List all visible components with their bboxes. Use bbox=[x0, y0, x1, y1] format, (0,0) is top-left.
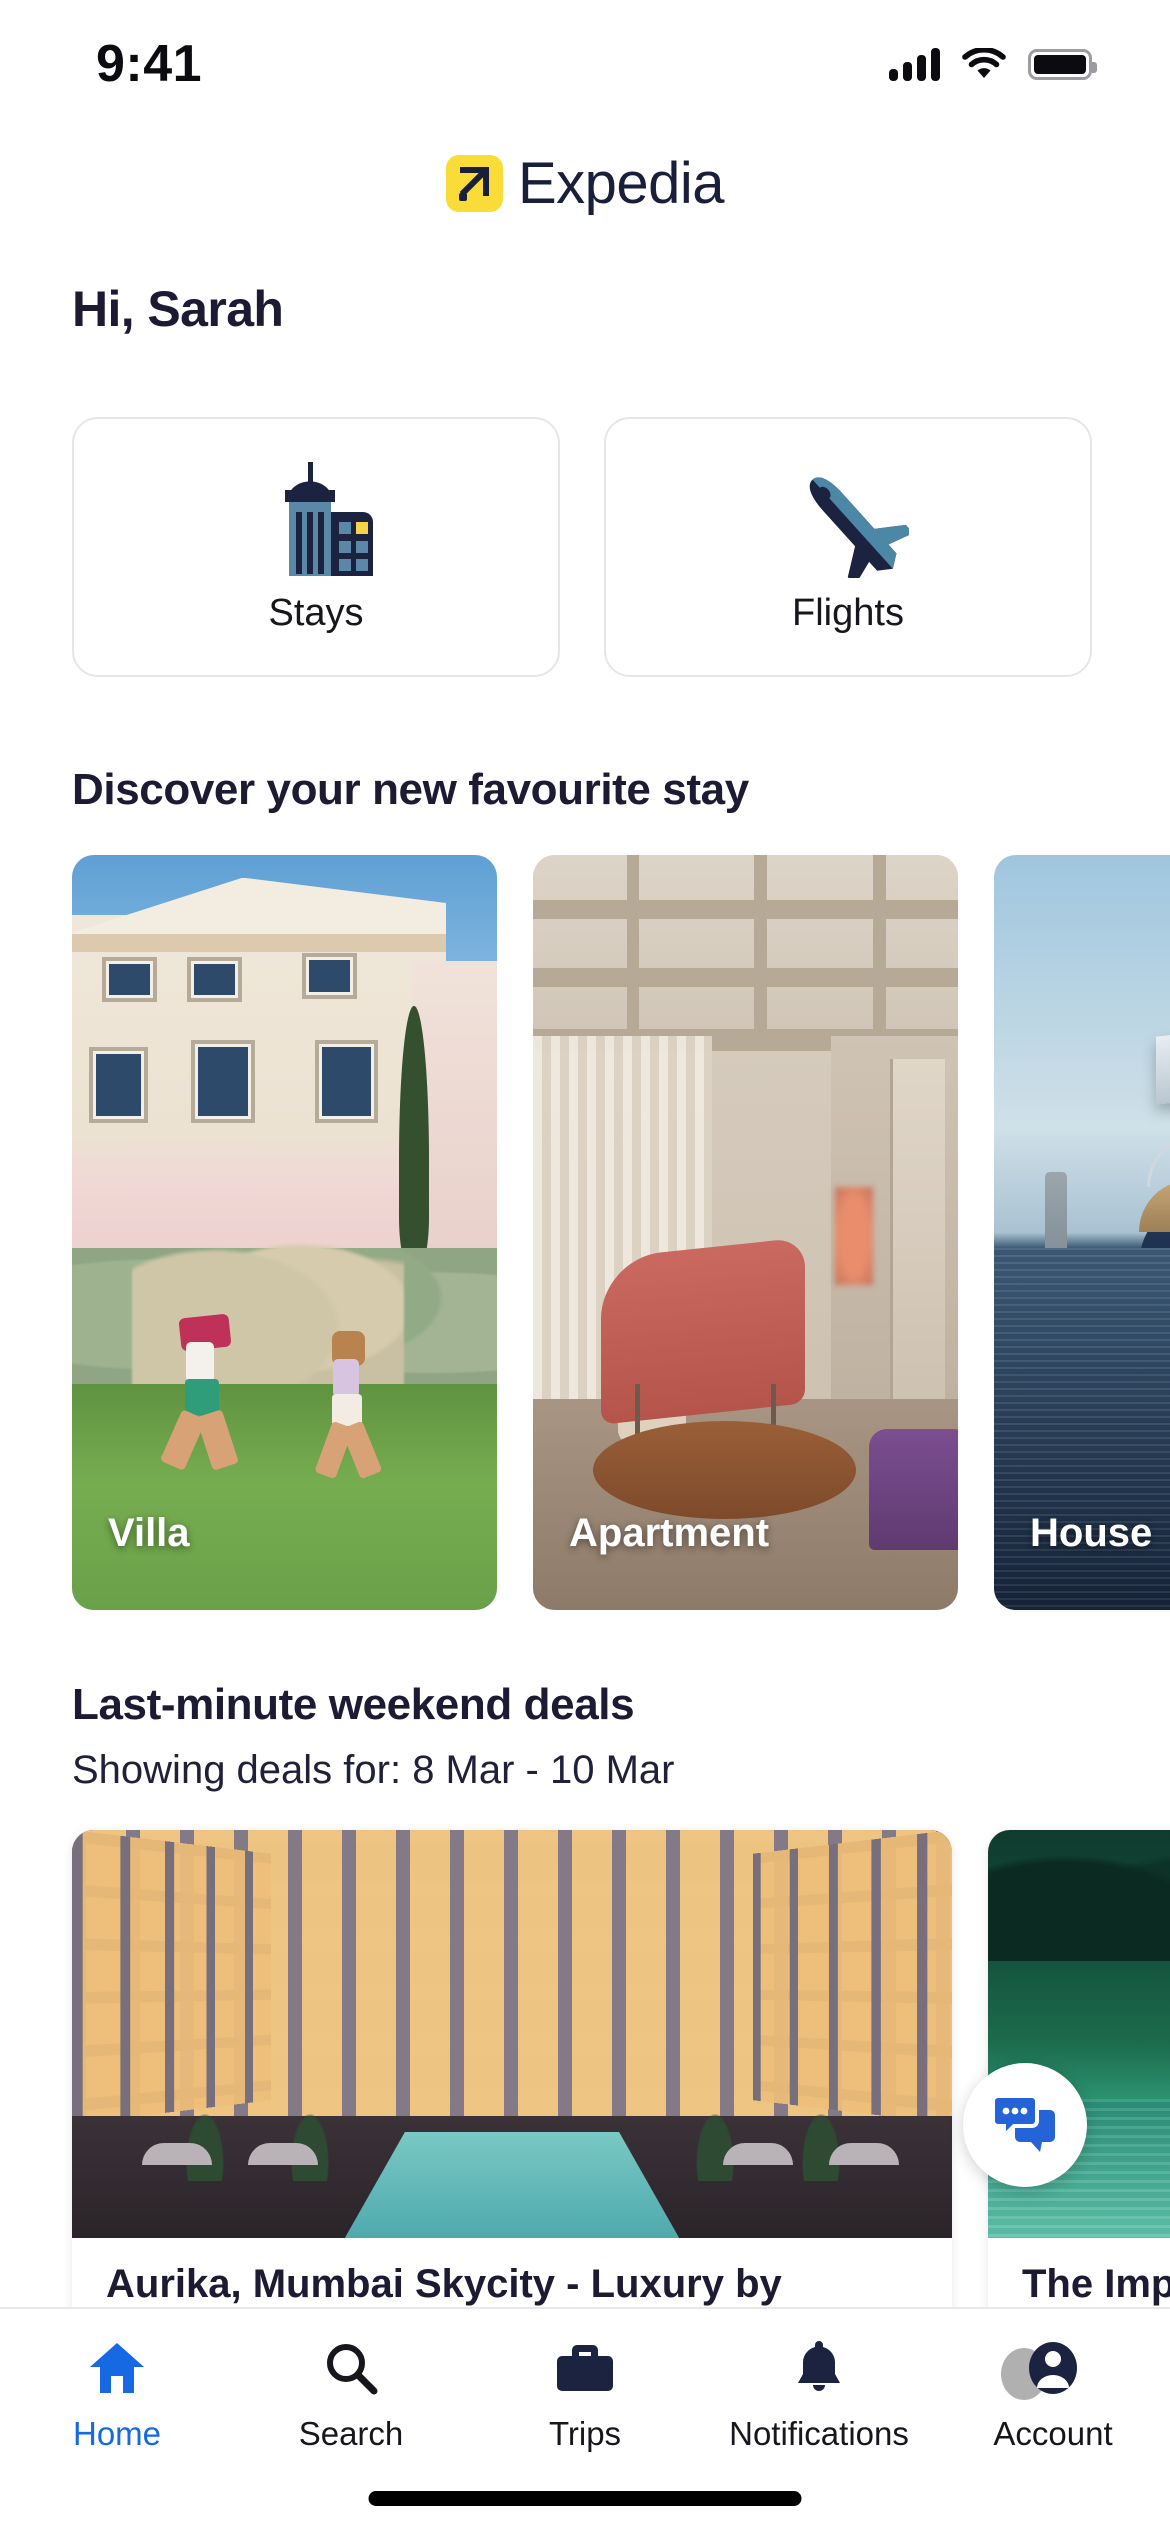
houseboat-on-water-photo bbox=[994, 855, 1170, 1610]
nav-item-home[interactable]: Home bbox=[0, 2337, 234, 2453]
battery-full-icon bbox=[1028, 48, 1097, 80]
quick-actions-row: Stays Flights bbox=[72, 417, 1092, 677]
nav-item-account[interactable]: Account bbox=[936, 2337, 1170, 2453]
apartment-interior-lounge-photo bbox=[533, 855, 958, 1610]
hotel-atrium-pool-photo bbox=[72, 1830, 952, 2238]
deal-card-name: Aurika, Mumbai Skycity - Luxury by bbox=[106, 2262, 782, 2306]
bell-icon bbox=[793, 2337, 845, 2399]
stay-card-apartment[interactable]: Apartment bbox=[533, 855, 958, 1610]
stay-card-caption: Apartment bbox=[569, 1511, 770, 1555]
stay-card-house[interactable]: House bbox=[994, 855, 1170, 1610]
briefcase-icon bbox=[555, 2337, 615, 2399]
airplane-icon bbox=[787, 460, 909, 578]
app-screen: 9:41 Expedia Hi, Sarah Stays Flights Dis… bbox=[0, 0, 1170, 2532]
nav-label: Home bbox=[72, 2415, 162, 2452]
discover-section-title: Discover your new favourite stay bbox=[72, 765, 749, 814]
search-icon bbox=[323, 2337, 379, 2399]
nav-item-trips[interactable]: Trips bbox=[468, 2337, 702, 2453]
chat-bubbles-icon bbox=[991, 2094, 1055, 2152]
deal-card-name: The Imp bbox=[1022, 2262, 1170, 2306]
home-icon bbox=[88, 2337, 146, 2399]
nav-label: Notifications bbox=[729, 2415, 909, 2452]
greeting-text: Hi, Sarah bbox=[72, 281, 284, 337]
nav-label: Trips bbox=[548, 2415, 622, 2452]
deals-section-subtitle: Showing deals for: 8 Mar - 10 Mar bbox=[72, 1748, 675, 1792]
status-time: 9:41 bbox=[96, 35, 203, 93]
nav-label: Search bbox=[298, 2415, 404, 2452]
villa-garden-children-photo bbox=[72, 855, 497, 1610]
brand-name: Expedia bbox=[517, 150, 725, 216]
stay-card-caption: Villa bbox=[108, 1511, 190, 1555]
quick-action-flights[interactable]: Flights bbox=[604, 417, 1092, 677]
cellular-bars-icon bbox=[889, 47, 940, 81]
status-icons bbox=[889, 47, 1097, 81]
status-bar: 9:41 bbox=[0, 0, 1170, 128]
nav-item-notifications[interactable]: Notifications bbox=[702, 2337, 936, 2453]
discover-carousel[interactable]: Villa Apartment House bbox=[72, 855, 1170, 1610]
quick-action-stays[interactable]: Stays bbox=[72, 417, 560, 677]
quick-action-label: Flights bbox=[792, 591, 904, 634]
nav-item-search[interactable]: Search bbox=[234, 2337, 468, 2453]
home-indicator bbox=[368, 2491, 802, 2506]
person-circle-icon bbox=[1001, 2337, 1079, 2400]
stay-card-caption: House bbox=[1030, 1511, 1153, 1555]
deals-section-title: Last-minute weekend deals bbox=[72, 1680, 635, 1729]
stay-card-villa[interactable]: Villa bbox=[72, 855, 497, 1610]
wifi-icon bbox=[962, 48, 1006, 78]
buildings-icon bbox=[251, 460, 381, 578]
chat-support-button[interactable] bbox=[963, 2063, 1087, 2187]
app-header: Expedia bbox=[0, 128, 1170, 238]
nav-label: Account bbox=[993, 2415, 1113, 2452]
expedia-arrow-logo bbox=[445, 154, 503, 212]
quick-action-label: Stays bbox=[268, 591, 364, 634]
deal-card-primary[interactable]: Aurika, Mumbai Skycity - Luxury by bbox=[72, 1830, 952, 2350]
